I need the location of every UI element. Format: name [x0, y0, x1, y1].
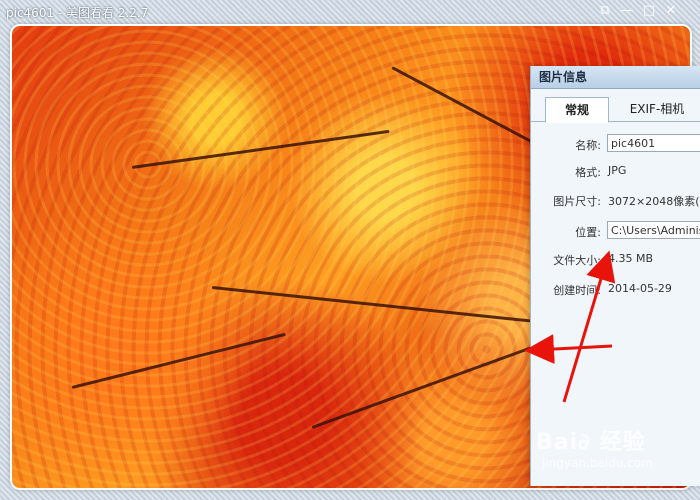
name-field[interactable]: pic4601 [607, 134, 700, 152]
picture-info-panel: 图片信息 常规 EXIF-相机 名称: pic4601 格式: JPG 图片尺寸… [530, 66, 700, 486]
filesize-value: 4.35 MB [608, 252, 654, 265]
name-label: 名称: [575, 139, 601, 152]
tab-exif-camera[interactable]: EXIF-相机 [627, 97, 687, 121]
panel-header: 图片信息 [531, 66, 700, 89]
location-field[interactable]: C:\Users\Administrat [607, 221, 700, 239]
location-label: 位置: [575, 226, 601, 239]
restore-icon[interactable]: ⧉ [596, 2, 614, 20]
window-title: pic4601 - 美图看看 2.2.7 [6, 6, 149, 20]
tab-general[interactable]: 常规 [545, 97, 609, 123]
format-value: JPG [608, 164, 627, 177]
title-bar: pic4601 - 美图看看 2.2.7 ⧉ — □ ✕ [0, 0, 700, 24]
minimize-icon[interactable]: — [618, 2, 636, 20]
watermark-url: jingyan.baidu.com [542, 456, 653, 470]
format-label: 格式: [575, 166, 601, 179]
dimension-value: 3072×2048像素(宽 [608, 195, 700, 208]
created-row: 创建时间: 2014-05-29 [531, 282, 700, 300]
filesize-row: 文件大小: 4.35 MB [531, 252, 700, 270]
location-row: 位置: C:\Users\Administrat [531, 221, 700, 241]
baidu-jingyan-watermark: Bai∂ 经验 jingyan.baidu.com [536, 424, 676, 470]
name-row: 名称: pic4601 [531, 134, 700, 154]
watermark-brand: Bai∂ 经验 [536, 430, 646, 455]
dimension-label: 图片尺寸: [553, 195, 601, 208]
tab-bar: 常规 EXIF-相机 [531, 95, 700, 123]
dimension-row: 图片尺寸: 3072×2048像素(宽 [531, 193, 700, 211]
format-row: 格式: JPG [531, 164, 700, 182]
created-value: 2014-05-29 [608, 282, 672, 295]
maximize-icon[interactable]: □ [640, 2, 658, 20]
close-icon[interactable]: ✕ [662, 2, 680, 20]
created-label: 创建时间: [553, 284, 601, 297]
filesize-label: 文件大小: [553, 254, 601, 267]
